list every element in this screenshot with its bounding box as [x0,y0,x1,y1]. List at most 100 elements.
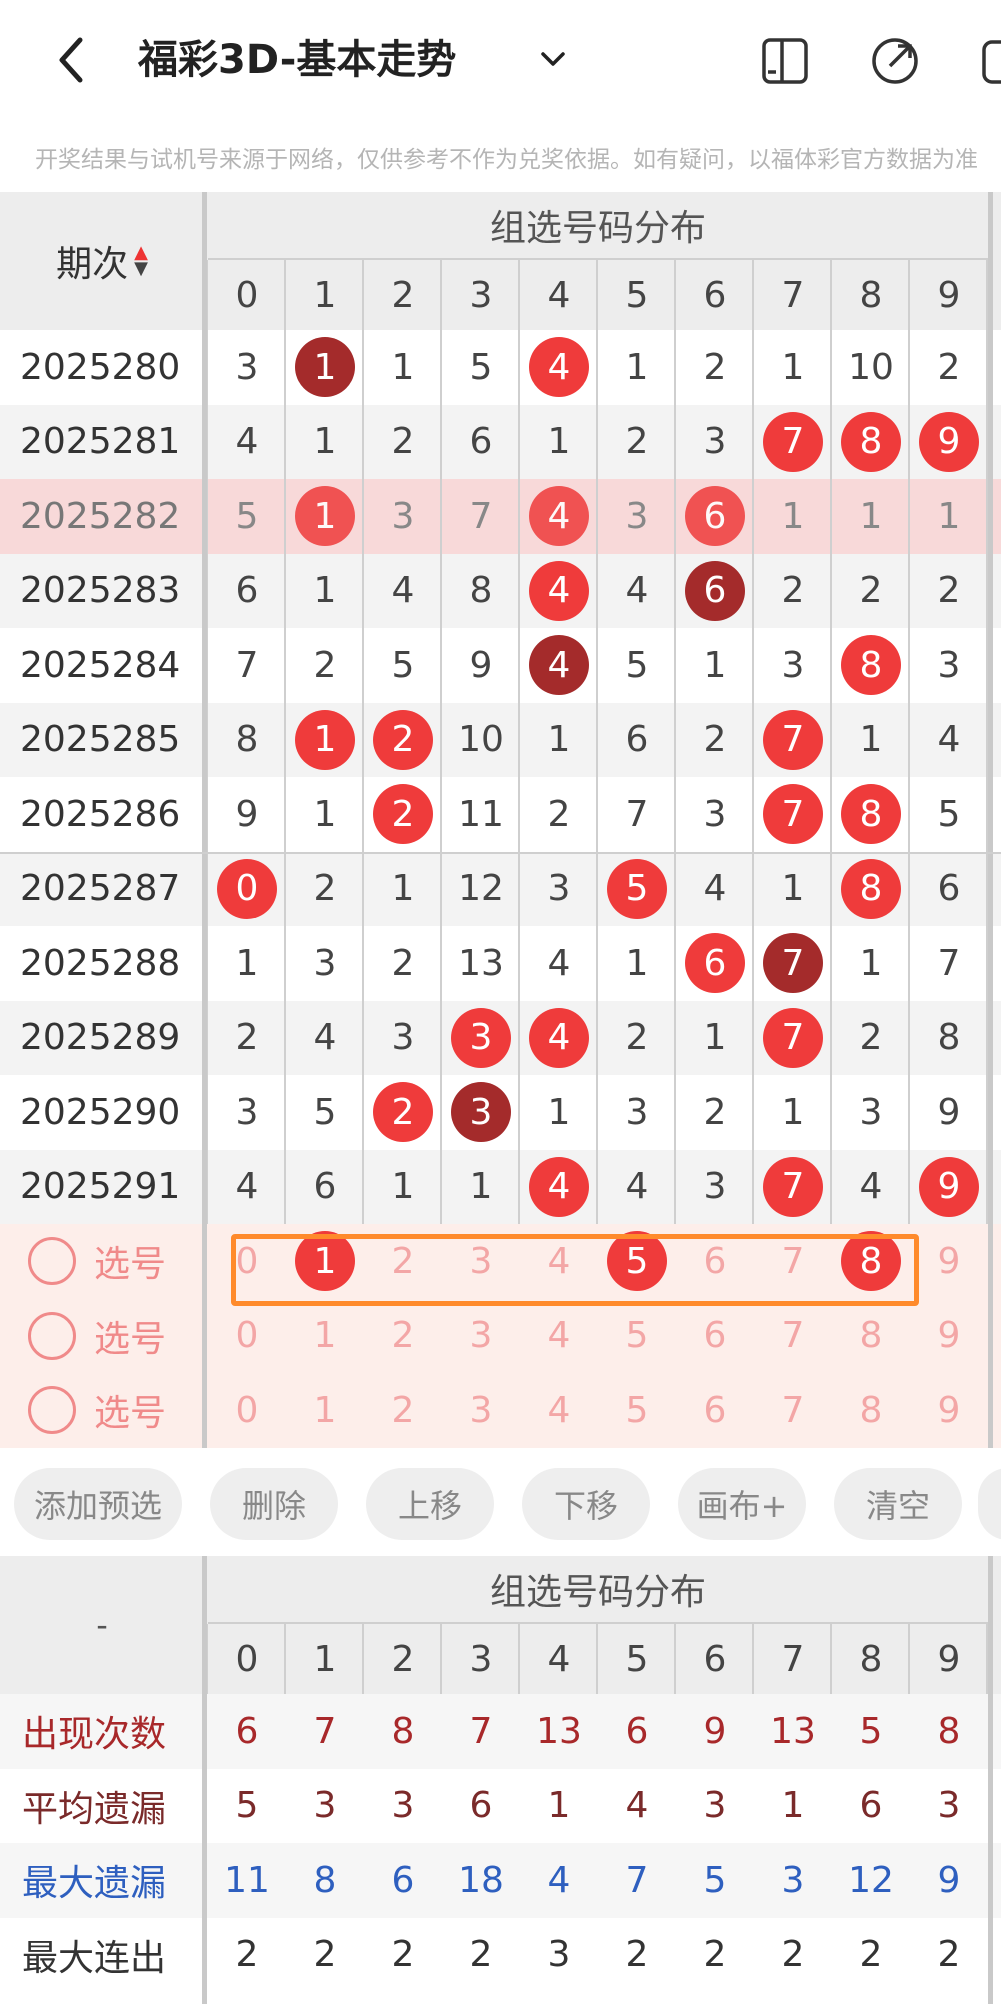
number-cell[interactable]: 1 [832,479,910,554]
layout-icon[interactable] [758,34,812,88]
number-cell[interactable]: 4 [832,1150,910,1225]
number-cell[interactable]: 2 [364,926,442,1001]
number-cell[interactable]: 9 [910,1150,988,1225]
number-cell[interactable]: 10 [442,703,520,778]
sort-icon[interactable]: ▲ ▼ [134,244,148,278]
pick-cell[interactable]: 0 [208,1373,286,1448]
number-cell[interactable]: 2 [832,1001,910,1076]
number-cell[interactable]: 3 [208,330,286,405]
number-cell[interactable]: 2 [364,777,442,852]
number-cell[interactable]: 10 [832,330,910,405]
number-cell[interactable]: 1 [754,1075,832,1150]
pick-cell[interactable]: 3 [442,1373,520,1448]
number-cell[interactable]: 8 [832,852,910,927]
number-cell[interactable]: 1 [910,479,988,554]
number-cell[interactable]: 9 [442,628,520,703]
number-cell[interactable]: 1 [598,330,676,405]
number-cell[interactable]: 8 [832,628,910,703]
number-cell[interactable]: 5 [442,330,520,405]
number-cell[interactable]: 3 [754,628,832,703]
pick-cell[interactable]: 8 [832,1299,910,1374]
number-cell[interactable]: 3 [676,1150,754,1225]
canvas-plus-button[interactable]: 画布+ [678,1468,806,1540]
number-cell[interactable]: 5 [598,852,676,927]
number-cell[interactable]: 1 [364,1150,442,1225]
number-cell[interactable]: 4 [520,479,598,554]
number-cell[interactable]: 4 [520,1150,598,1225]
period-header[interactable]: 期次 ▲ ▼ [0,192,204,330]
number-cell[interactable]: 7 [754,926,832,1001]
number-cell[interactable]: 6 [676,926,754,1001]
number-cell[interactable]: 6 [286,1150,364,1225]
number-cell[interactable]: 6 [676,554,754,629]
radio-circle-icon[interactable] [28,1237,76,1286]
pick-cell[interactable]: 2 [364,1373,442,1448]
number-cell[interactable]: 8 [208,703,286,778]
pick-row-label[interactable]: 选号 [28,1299,166,1374]
number-cell[interactable]: 7 [208,628,286,703]
number-cell[interactable]: 1 [520,1075,598,1150]
number-cell[interactable]: 3 [598,479,676,554]
number-cell[interactable]: 1 [676,1001,754,1076]
number-cell[interactable]: 2 [676,703,754,778]
number-cell[interactable]: 7 [754,703,832,778]
pick-cell[interactable]: 7 [754,1299,832,1374]
number-cell[interactable]: 1 [754,479,832,554]
number-cell[interactable]: 2 [520,777,598,852]
number-cell[interactable]: 7 [910,926,988,1001]
number-cell[interactable]: 4 [208,1150,286,1225]
number-cell[interactable]: 3 [676,777,754,852]
number-cell[interactable]: 11 [442,777,520,852]
number-cell[interactable]: 9 [910,1075,988,1150]
number-cell[interactable]: 5 [286,1075,364,1150]
number-cell[interactable]: 6 [910,852,988,927]
number-cell[interactable]: 4 [286,1001,364,1076]
number-cell[interactable]: 7 [754,777,832,852]
pick-cell[interactable]: 9 [910,1373,988,1448]
pick-cell[interactable]: 9 [910,1299,988,1374]
pick-cell[interactable]: 0 [208,1299,286,1374]
number-cell[interactable]: 8 [832,405,910,480]
radio-circle-icon[interactable] [28,1311,76,1360]
number-cell[interactable]: 2 [676,330,754,405]
number-cell[interactable]: 2 [598,405,676,480]
pick-cell[interactable]: 4 [520,1373,598,1448]
number-cell[interactable]: 5 [364,628,442,703]
number-cell[interactable]: 4 [520,628,598,703]
move-up-button[interactable]: 上移 [366,1468,494,1540]
move-down-button[interactable]: 下移 [522,1468,650,1540]
scroll-more-icon[interactable] [978,1468,1001,1540]
number-cell[interactable]: 3 [364,1001,442,1076]
number-cell[interactable]: 9 [208,777,286,852]
number-cell[interactable]: 1 [520,703,598,778]
number-cell[interactable]: 2 [364,1075,442,1150]
number-cell[interactable]: 3 [676,405,754,480]
number-cell[interactable]: 7 [754,1150,832,1225]
pick-row-label[interactable]: 选号 [28,1224,166,1299]
number-cell[interactable]: 3 [598,1075,676,1150]
number-cell[interactable]: 9 [910,405,988,480]
pick-cell[interactable]: 6 [676,1299,754,1374]
number-cell[interactable]: 1 [832,926,910,1001]
number-cell[interactable]: 1 [286,777,364,852]
number-cell[interactable]: 3 [364,479,442,554]
number-cell[interactable]: 1 [676,628,754,703]
chevron-left-icon[interactable] [50,30,94,90]
number-cell[interactable]: 2 [364,703,442,778]
number-cell[interactable]: 1 [520,405,598,480]
number-cell[interactable]: 1 [208,926,286,1001]
number-cell[interactable]: 5 [598,628,676,703]
number-cell[interactable]: 4 [910,703,988,778]
clear-button[interactable]: 清空 [834,1468,962,1540]
number-cell[interactable]: 4 [520,330,598,405]
number-cell[interactable]: 8 [910,1001,988,1076]
number-cell[interactable]: 1 [364,852,442,927]
number-cell[interactable]: 2 [208,1001,286,1076]
pick-cell[interactable]: 9 [910,1224,988,1299]
number-cell[interactable]: 2 [286,628,364,703]
pick-cell[interactable]: 5 [598,1299,676,1374]
number-cell[interactable]: 1 [286,330,364,405]
number-cell[interactable]: 6 [442,405,520,480]
number-cell[interactable]: 3 [286,926,364,1001]
number-cell[interactable]: 4 [520,554,598,629]
